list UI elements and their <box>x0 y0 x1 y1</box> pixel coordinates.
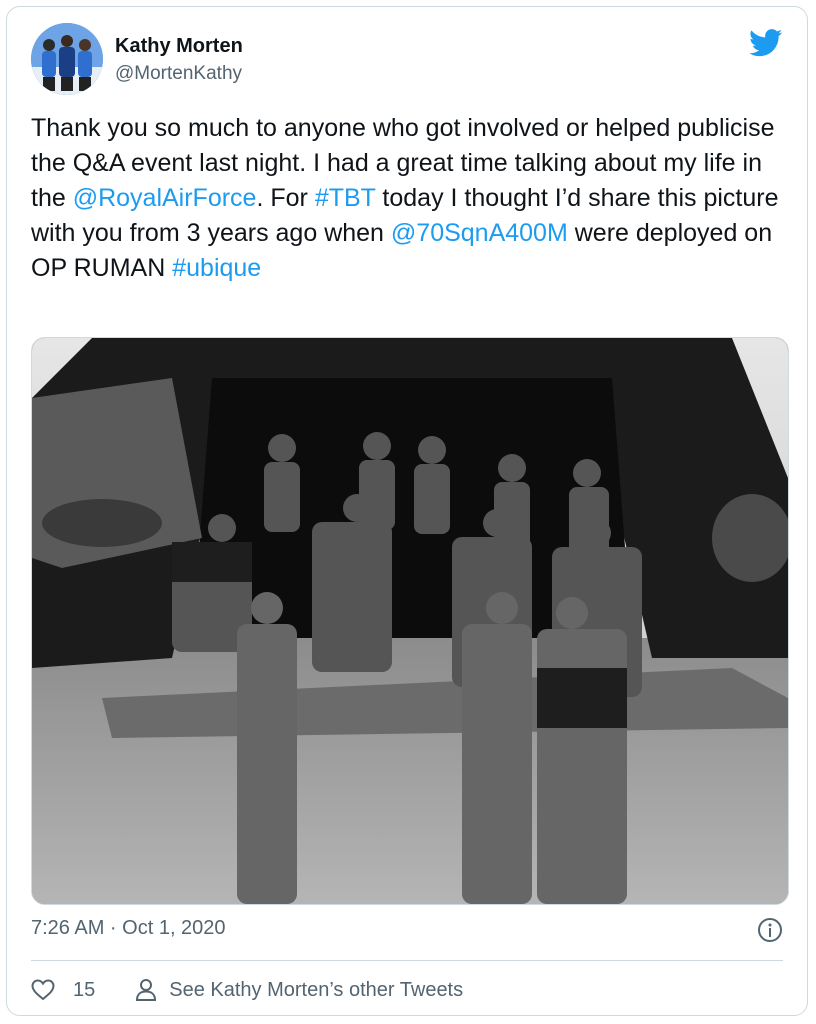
heart-icon <box>31 979 55 1001</box>
info-icon[interactable] <box>757 917 783 943</box>
see-other-tweets-link[interactable]: See Kathy Morten’s other Tweets <box>135 978 463 1002</box>
author-name[interactable]: Kathy Morten <box>115 35 243 58</box>
photo-image <box>32 338 788 904</box>
tweet-actions: 15 See Kathy Morten’s other Tweets <box>31 975 463 1005</box>
person-icon <box>136 979 157 1001</box>
twitter-bird-icon[interactable] <box>749 29 783 57</box>
avatar-image <box>31 23 103 95</box>
tweet-photo[interactable] <box>31 337 789 905</box>
like-count: 15 <box>73 978 96 1001</box>
see-other-tweets-label: See Kathy Morten’s other Tweets <box>169 978 464 1001</box>
avatar[interactable] <box>31 23 103 95</box>
hashtag-tbt-link[interactable]: #TBT <box>315 184 376 212</box>
mention-royalairforce-link[interactable]: @RoyalAirForce <box>73 184 257 212</box>
hashtag-ubique-link[interactable]: #ubique <box>172 254 261 282</box>
tweet-text-segment: . For <box>256 184 315 212</box>
mention-70sqna400m-link[interactable]: @70SqnA400M <box>391 219 568 247</box>
author-handle[interactable]: @MortenKathy <box>115 63 242 85</box>
tweet-text: Thank you so much to anyone who got invo… <box>31 111 791 286</box>
like-button[interactable]: 15 <box>31 979 95 1002</box>
tweet-card: Kathy Morten @MortenKathy Thank you so m… <box>6 6 808 1016</box>
divider <box>31 960 783 961</box>
tweet-timestamp[interactable]: 7:26 AM · Oct 1, 2020 <box>31 917 226 940</box>
